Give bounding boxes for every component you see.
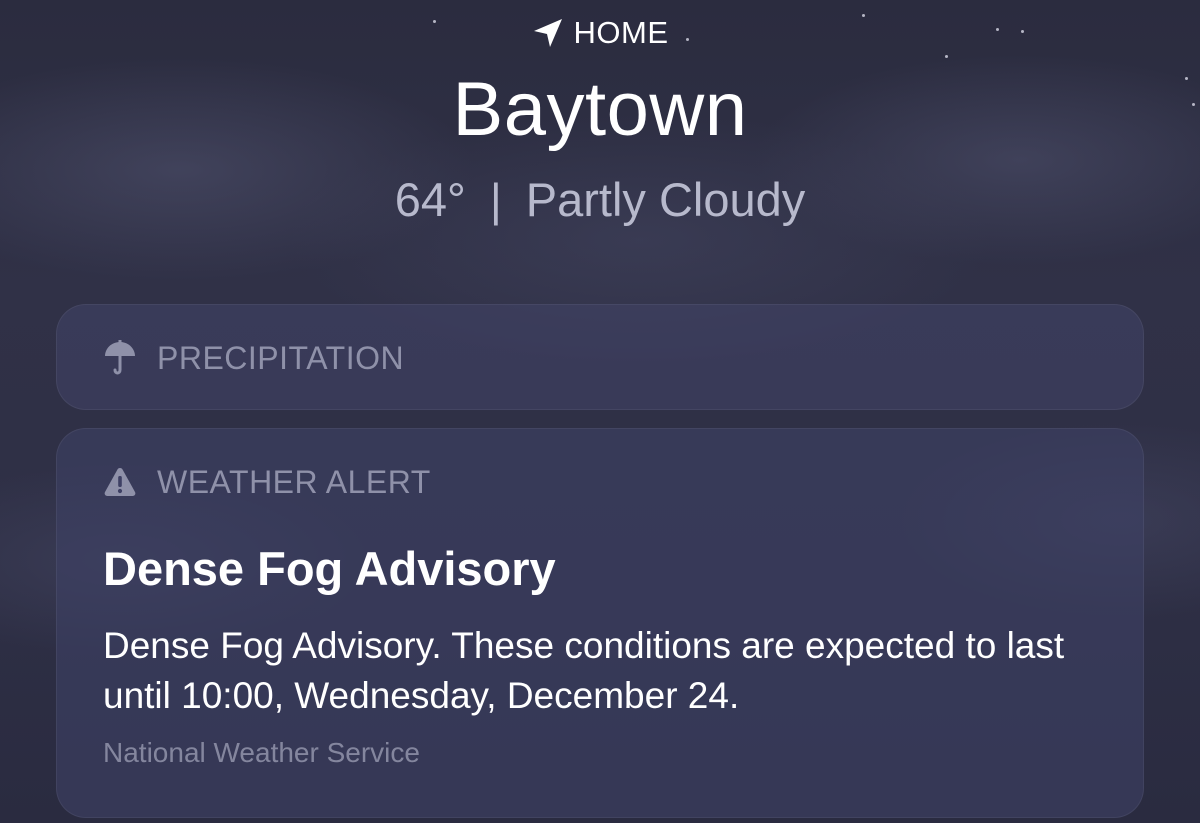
weather-alert-label: WEATHER ALERT <box>157 463 431 500</box>
alert-description: Dense Fog Advisory. These conditions are… <box>103 625 1065 716</box>
precipitation-card[interactable]: PRECIPITATION <box>56 304 1144 410</box>
current-conditions: 64° | Partly Cloudy <box>0 172 1200 227</box>
weather-alert-card[interactable]: WEATHER ALERT Dense Fog Advisory Dense F… <box>56 428 1144 818</box>
umbrella-icon <box>103 339 137 377</box>
precipitation-card-header: PRECIPITATION <box>103 339 404 377</box>
city-name: Baytown <box>452 67 748 152</box>
alert-source: National Weather Service <box>103 737 420 768</box>
alert-title: Dense Fog Advisory <box>103 542 556 595</box>
precipitation-label: PRECIPITATION <box>157 339 405 376</box>
warning-triangle-icon <box>103 463 137 501</box>
weather-alert-header: WEATHER ALERT <box>103 463 431 501</box>
location-arrow-icon <box>532 17 564 49</box>
location-row: HOME <box>0 12 1200 54</box>
location-header: HOME Baytown 64° | Partly Cloudy <box>0 0 1200 260</box>
current-temperature: 64° <box>394 173 466 226</box>
current-condition: Partly Cloudy <box>525 173 806 226</box>
conditions-separator: | <box>489 173 502 226</box>
location-label: HOME <box>573 15 669 50</box>
